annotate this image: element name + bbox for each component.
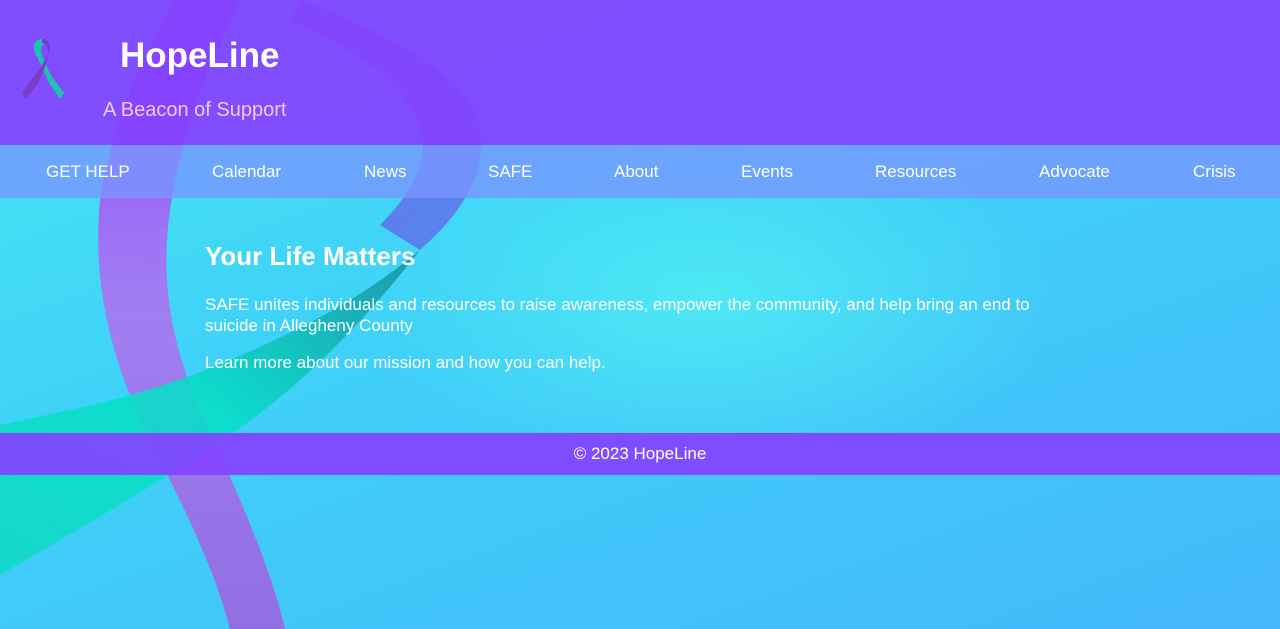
nav-link-resources[interactable]: Resources bbox=[875, 145, 956, 198]
nav-link-events[interactable]: Events bbox=[741, 145, 793, 198]
awareness-ribbon-icon[interactable] bbox=[20, 37, 64, 101]
nav-link-calendar[interactable]: Calendar bbox=[212, 145, 281, 198]
learn-more-paragraph: Learn more about our mission and how you… bbox=[205, 353, 606, 372]
mission-paragraph: SAFE unites individuals and resources to… bbox=[205, 295, 1030, 335]
site-header: HopeLine A Beacon of Support bbox=[0, 0, 1280, 145]
main-content: Your Life Matters SAFE unites individual… bbox=[205, 238, 1085, 389]
copyright-text: © 2023 HopeLine bbox=[573, 444, 707, 463]
nav-link-about[interactable]: About bbox=[614, 145, 658, 198]
section-heading: Your Life Matters bbox=[205, 241, 416, 271]
nav-link-crisis[interactable]: Crisis bbox=[1193, 145, 1236, 198]
main-nav: GET HELP Calendar News SAFE About Events… bbox=[0, 145, 1280, 198]
site-title[interactable]: HopeLine bbox=[120, 34, 279, 78]
site-tagline: A Beacon of Support bbox=[103, 99, 287, 121]
nav-link-safe[interactable]: SAFE bbox=[488, 145, 532, 198]
nav-link-news[interactable]: News bbox=[364, 145, 407, 198]
nav-link-get-help[interactable]: GET HELP bbox=[46, 145, 130, 198]
site-footer: © 2023 HopeLine bbox=[0, 433, 1280, 475]
nav-link-advocate[interactable]: Advocate bbox=[1039, 145, 1110, 198]
